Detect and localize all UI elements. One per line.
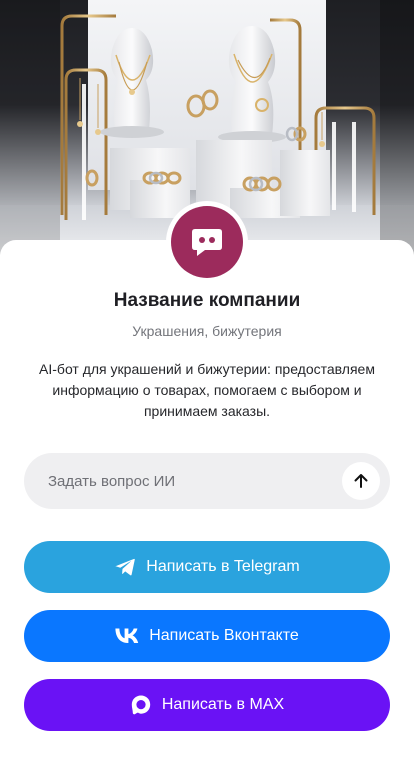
chat-bot-icon [188, 223, 226, 261]
page: Название компании Украшения, бижутерия A… [0, 0, 414, 770]
company-category: Украшения, бижутерия [132, 323, 282, 339]
max-button[interactable]: Написать в MAX [24, 679, 390, 731]
ask-ai-input[interactable] [24, 453, 334, 509]
max-icon [130, 694, 152, 716]
telegram-button[interactable]: Написать в Telegram [24, 541, 390, 593]
avatar-circle [171, 206, 243, 278]
telegram-button-label: Написать в Telegram [146, 558, 300, 575]
vk-button[interactable]: Написать Вконтакте [24, 610, 390, 662]
send-button[interactable] [342, 462, 380, 500]
vk-button-label: Написать Вконтакте [149, 627, 299, 644]
ask-ai-box [24, 453, 390, 509]
telegram-icon [114, 557, 136, 577]
avatar [166, 201, 248, 283]
vk-icon [115, 628, 139, 644]
company-description: AI-бот для украшений и бижутерии: предос… [39, 361, 375, 419]
company-name: Название компании [113, 290, 301, 311]
max-button-label: Написать в MAX [161, 696, 285, 713]
arrow-up-icon [352, 472, 370, 490]
